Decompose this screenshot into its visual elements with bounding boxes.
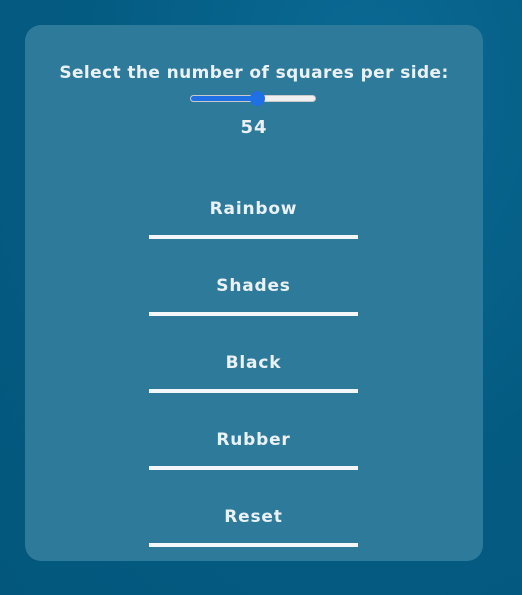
black-button-underline	[149, 389, 358, 393]
black-button[interactable]: Black	[149, 339, 358, 401]
rainbow-button-underline	[149, 235, 358, 239]
slider-fill	[191, 96, 258, 101]
rubber-button[interactable]: Rubber	[149, 416, 358, 478]
reset-button-label: Reset	[224, 507, 283, 527]
shades-button[interactable]: Shades	[149, 262, 358, 324]
rubber-button-underline	[149, 466, 358, 470]
reset-button[interactable]: Reset	[149, 493, 358, 555]
grid-size-slider[interactable]	[190, 91, 318, 107]
controls-panel: Select the number of squares per side: 5…	[25, 25, 483, 561]
shades-button-underline	[149, 312, 358, 316]
shades-button-label: Shades	[216, 276, 291, 296]
slider-thumb[interactable]	[250, 91, 265, 106]
rubber-button-label: Rubber	[216, 430, 291, 450]
black-button-label: Black	[225, 353, 282, 373]
grid-size-value: 54	[240, 117, 268, 138]
reset-button-underline	[149, 543, 358, 547]
rainbow-button-label: Rainbow	[209, 199, 298, 219]
grid-size-prompt: Select the number of squares per side:	[59, 63, 449, 83]
rainbow-button[interactable]: Rainbow	[149, 185, 358, 247]
